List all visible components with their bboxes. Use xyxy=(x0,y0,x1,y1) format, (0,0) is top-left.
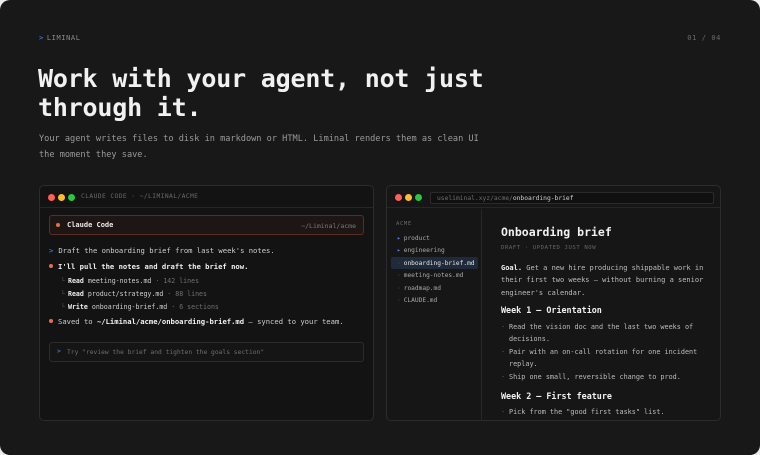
bullet-icon: · xyxy=(501,373,506,381)
goal-paragraph: Goal. Get a new hire producing shippable… xyxy=(501,262,711,299)
tool-meta: · 88 lines xyxy=(167,290,207,298)
session-path: ~/Liminal/acme xyxy=(301,221,356,230)
url-page: onboarding-brief xyxy=(512,195,574,202)
saved-prefix: Saved to xyxy=(58,317,97,326)
browser-title-bar: useliminal.xyz/acme/onboarding-brief xyxy=(387,186,720,208)
tree-branch-icon: └ xyxy=(61,277,65,285)
minimize-dot-icon[interactable] xyxy=(405,194,412,201)
list-item: · Read the vision doc and the last two we… xyxy=(501,321,711,346)
bullet-icon: · xyxy=(501,348,506,356)
list-item: · Ship one small, reversible change to pr… xyxy=(501,371,711,383)
tool-call: └ Write onboarding-brief.md · 6 sections xyxy=(61,303,219,311)
session-header: Claude Code ~/Liminal/acme xyxy=(49,215,364,235)
list-item: · Pair with an on-call rotation for one i… xyxy=(501,346,711,371)
sidebar-item-claude-md[interactable]: · CLAUDE.md xyxy=(391,295,478,307)
user-prompt-line: > Draft the onboarding brief from last we… xyxy=(49,246,275,255)
goal-text: Get a new hire producing shippable work … xyxy=(501,264,704,297)
saved-line: Saved to ~/Liminal/acme/onboarding-brief… xyxy=(49,317,344,326)
tree-branch-icon: └ xyxy=(61,290,65,298)
tool-target: onboarding-brief.md xyxy=(91,303,168,311)
assistant-reply-line: I'll pull the notes and draft the brief … xyxy=(49,262,248,271)
maximize-dot-icon[interactable] xyxy=(415,194,422,201)
file-dot-icon: · xyxy=(397,297,401,304)
document-view: Onboarding brief DRAFT · UPDATED JUST NO… xyxy=(483,209,720,420)
minimize-dot-icon[interactable] xyxy=(58,194,65,201)
brand-caret-icon: > xyxy=(39,34,44,42)
sidebar-item-label: onboarding-brief.md xyxy=(403,259,475,267)
sidebar-item-label: CLAUDE.md xyxy=(403,297,438,304)
section-heading: Week 1 — Orientation xyxy=(501,305,602,315)
file-sidebar: ACME ▸ product ▸ engineering · onboarding-b… xyxy=(387,209,482,420)
section-heading: Week 2 — First feature xyxy=(501,391,612,401)
sidebar-item-label: meeting-notes.md xyxy=(403,272,464,279)
top-bar: > LIMINAL 01 / 04 xyxy=(39,34,721,44)
page-counter: 01 / 04 xyxy=(687,34,721,42)
saved-path[interactable]: ~/Liminal/acme/onboarding-brief.md xyxy=(97,317,244,326)
close-dot-icon[interactable] xyxy=(48,194,55,201)
tool-meta: · 142 lines xyxy=(155,277,200,285)
list-item: · Pick from the "good first tasks" list. xyxy=(501,406,711,418)
headline: Work with your agent, not just through i… xyxy=(38,64,484,122)
session-name: Claude Code xyxy=(67,221,114,229)
assistant-dot-icon xyxy=(49,264,53,268)
tool-meta: · 6 sections xyxy=(171,303,219,311)
assistant-dot-icon xyxy=(49,319,53,323)
file-dot-icon: · xyxy=(397,272,401,279)
sidebar-item-onboarding-brief[interactable]: · onboarding-brief.md xyxy=(391,257,478,269)
window-title-bar: CLAUDE CODE · ~/LIMINAL/ACME xyxy=(40,186,373,208)
brand: > LIMINAL xyxy=(39,34,81,42)
prompt-caret-icon: > xyxy=(49,246,54,255)
sidebar-item-label: engineering xyxy=(403,247,445,254)
tool-action: Write xyxy=(67,303,88,311)
tool-action: Read xyxy=(67,290,84,298)
list-item-text: Read the vision doc and the last two wee… xyxy=(509,323,694,344)
liminal-browser-window: useliminal.xyz/acme/onboarding-brief ACM… xyxy=(386,185,721,421)
brand-name: LIMINAL xyxy=(46,34,81,42)
bullet-icon: · xyxy=(501,408,506,416)
claude-status-dot-icon xyxy=(56,223,60,227)
sidebar-item-label: roadmap.md xyxy=(403,284,441,292)
window-title: CLAUDE CODE · ~/LIMINAL/ACME xyxy=(81,193,199,200)
prompt-input[interactable]: > Try "review the brief and tighten the … xyxy=(49,342,364,362)
sidebar-item-product[interactable]: ▸ product xyxy=(391,232,478,244)
subtitle: Your agent writes files to disk in markd… xyxy=(39,134,479,160)
tool-target: product/strategy.md xyxy=(87,290,164,298)
tool-call: └ Read meeting-notes.md · 142 lines xyxy=(61,277,199,285)
user-prompt-text: Draft the onboarding brief from last wee… xyxy=(58,246,275,255)
sidebar-item-label: product xyxy=(403,234,430,242)
bullet-icon: · xyxy=(501,323,506,331)
claude-code-window: CLAUDE CODE · ~/LIMINAL/ACME Claude Code… xyxy=(39,185,374,421)
input-caret-icon: > xyxy=(57,348,61,355)
folder-chevron-icon: ▸ xyxy=(397,247,401,254)
sidebar-item-meeting-notes[interactable]: · meeting-notes.md xyxy=(391,270,478,282)
goal-label: Goal. xyxy=(501,264,523,272)
folder-chevron-icon: ▸ xyxy=(397,234,401,242)
slide: > LIMINAL 01 / 04 Work with your agent, n… xyxy=(0,0,760,455)
saved-suffix: — synced to your team. xyxy=(244,317,344,326)
address-bar[interactable]: useliminal.xyz/acme/onboarding-brief xyxy=(430,192,714,204)
document-meta: DRAFT · UPDATED JUST NOW xyxy=(501,245,597,251)
list-item-text: Pair with an on-call rotation for one in… xyxy=(509,348,698,369)
list-item-text: Ship one small, reversible change to pro… xyxy=(509,373,681,381)
file-dot-icon: · xyxy=(397,259,401,267)
sidebar-item-roadmap[interactable]: · roadmap.md xyxy=(391,282,478,294)
input-placeholder: Try "review the brief and tighten the go… xyxy=(67,349,265,356)
sidebar-item-engineering[interactable]: ▸ engineering xyxy=(391,245,478,257)
url-base: useliminal.xyz/acme/ xyxy=(437,195,513,202)
tool-call: └ Read product/strategy.md · 88 lines xyxy=(61,290,207,298)
list-item-text: Pick from the "good first tasks" list. xyxy=(509,408,665,416)
close-dot-icon[interactable] xyxy=(395,194,402,201)
tree-branch-icon: └ xyxy=(61,303,65,311)
maximize-dot-icon[interactable] xyxy=(68,194,75,201)
tool-action: Read xyxy=(67,277,84,285)
workspace-label: ACME xyxy=(396,221,412,227)
document-title: Onboarding brief xyxy=(501,225,612,239)
assistant-reply-text: I'll pull the notes and draft the brief … xyxy=(58,262,249,271)
tool-target: meeting-notes.md xyxy=(87,277,152,285)
file-dot-icon: · xyxy=(397,284,401,292)
